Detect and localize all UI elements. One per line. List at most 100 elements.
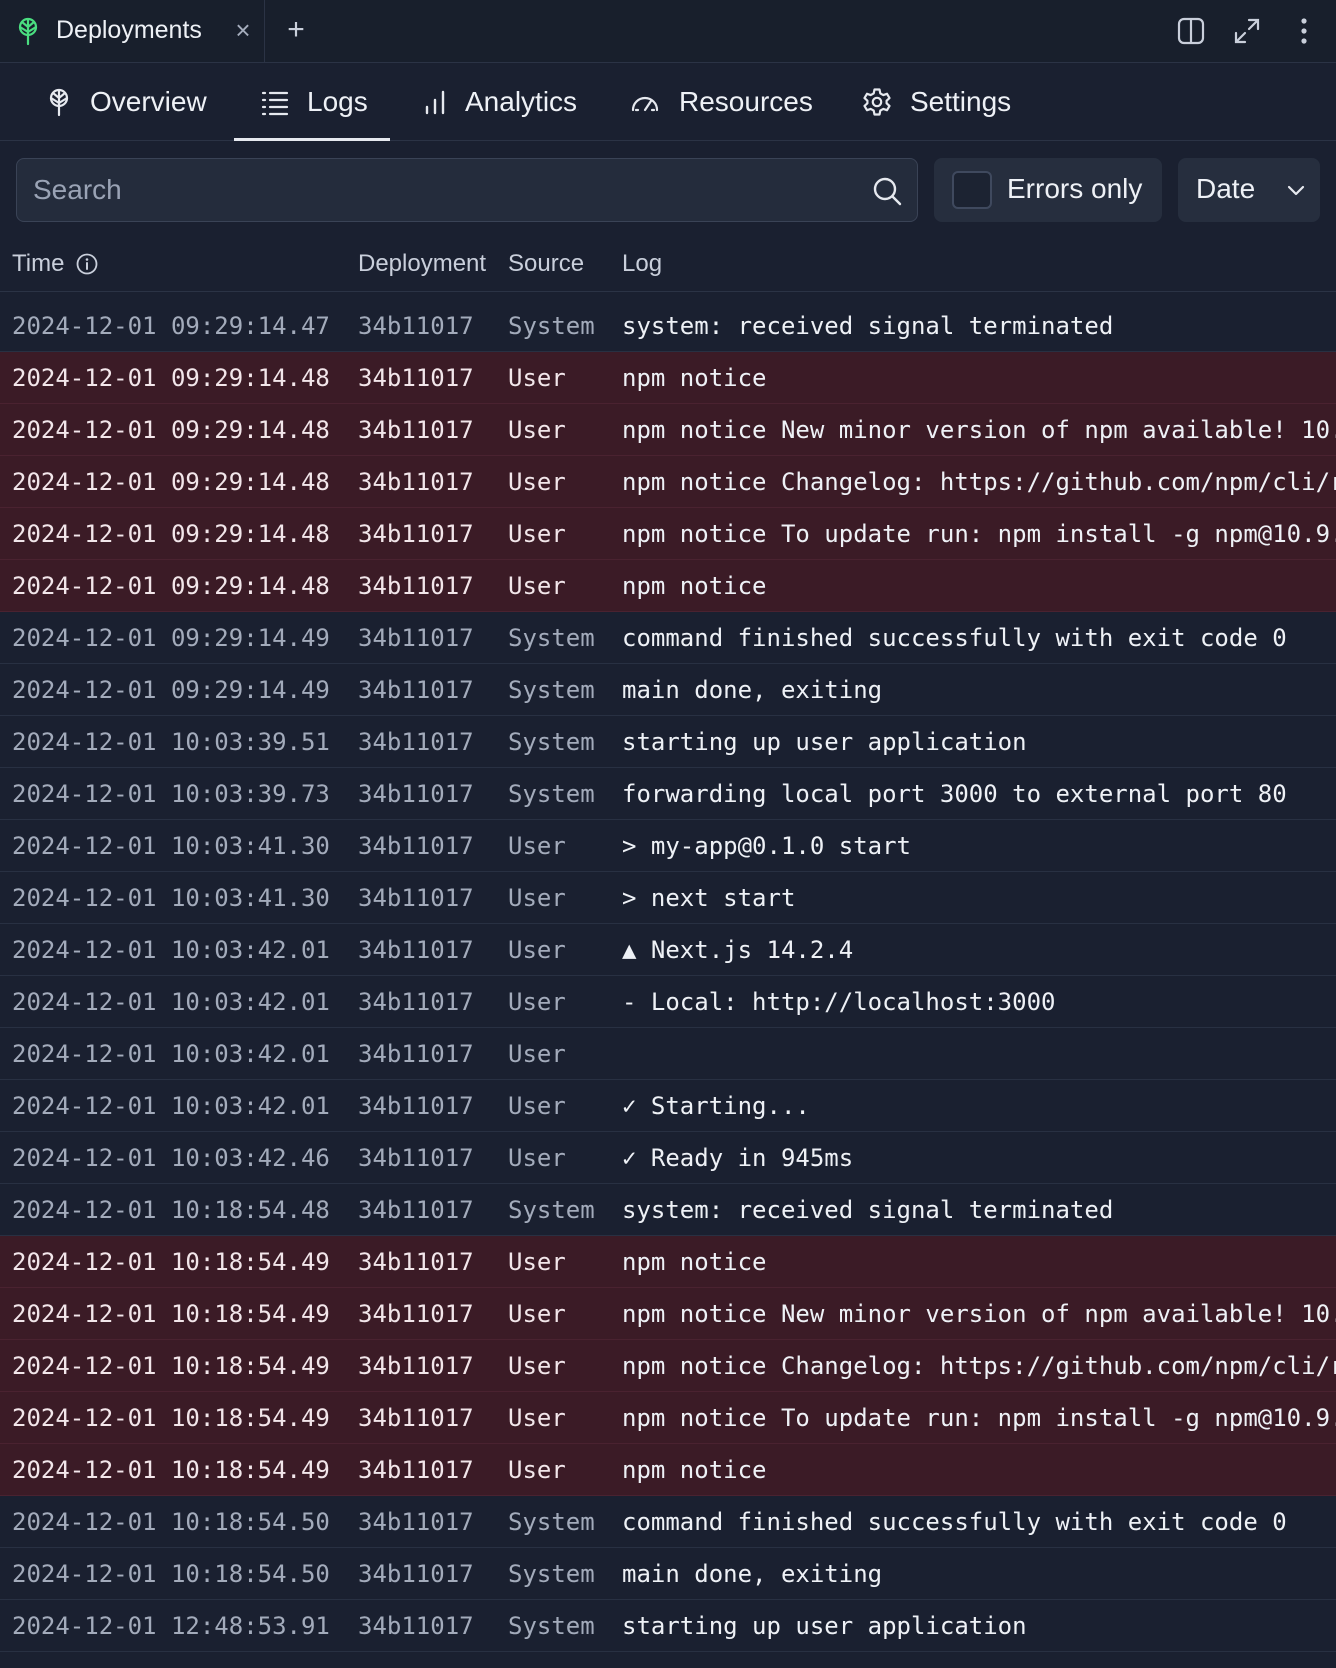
log-message: main done, exiting — [622, 676, 883, 704]
more-options-icon[interactable] — [1289, 16, 1319, 46]
log-row-error[interactable]: 2024-12-01 10:18:54.49 34b11017 User npm no… — [0, 1444, 1336, 1496]
tab-overview[interactable]: Overview — [42, 63, 222, 141]
log-row-error[interactable]: 2024-12-01 09:29:14.48 34b11017 User npm no… — [0, 508, 1336, 560]
log-source: System — [508, 1612, 595, 1640]
log-row-error[interactable]: 2024-12-01 10:18:54.49 34b11017 User npm no… — [0, 1236, 1336, 1288]
log-time: 2024-12-01 09:29:14.49 — [12, 676, 330, 704]
log-source: User — [508, 1144, 566, 1172]
log-row-error[interactable]: 2024-12-01 09:29:14.48 34b11017 User npm no… — [0, 560, 1336, 612]
log-deployment: 34b11017 — [358, 676, 474, 704]
expand-icon[interactable] — [1232, 16, 1262, 46]
log-message: command finished successfully with exit … — [622, 624, 1287, 652]
log-row-error[interactable]: 2024-12-01 10:18:54.49 34b11017 User npm no… — [0, 1340, 1336, 1392]
window-tab-deployments[interactable]: Deployments × — [0, 0, 265, 63]
log-message: main done, exiting — [622, 1560, 883, 1588]
log-deployment: 34b11017 — [358, 884, 474, 912]
log-source: User — [508, 1404, 566, 1432]
log-message: forwarding local port 3000 to external p… — [622, 780, 1287, 808]
log-time: 2024-12-01 09:29:14.48 — [12, 416, 330, 444]
column-header-time[interactable]: Time — [12, 250, 64, 278]
log-row[interactable]: 2024-12-01 10:03:41.30 34b11017 User > next… — [0, 872, 1336, 924]
log-row-error[interactable]: 2024-12-01 10:18:54.49 34b11017 User npm no… — [0, 1288, 1336, 1340]
log-message: npm notice To update run: npm install -g… — [622, 520, 1336, 548]
log-deployment: 34b11017 — [358, 468, 474, 496]
log-row[interactable]: 2024-12-01 10:18:54.48 34b11017 System syst… — [0, 1184, 1336, 1236]
log-row[interactable]: 2024-12-01 09:29:14.49 34b11017 System main… — [0, 664, 1336, 716]
log-row-error[interactable]: 2024-12-01 09:29:14.48 34b11017 User npm no… — [0, 352, 1336, 404]
log-message: npm notice New minor version of npm avai… — [622, 416, 1336, 444]
search-input[interactable] — [33, 169, 853, 211]
tab-logs[interactable]: Logs — [234, 63, 390, 141]
log-message: npm notice — [622, 1456, 767, 1484]
log-message: npm notice — [622, 1248, 767, 1276]
log-time: 2024-12-01 10:03:41.30 — [12, 884, 330, 912]
log-row[interactable]: 2024-12-01 10:03:42.01 34b11017 User ✓ Star… — [0, 1080, 1336, 1132]
log-table-body: 2024-12-01 09:29:14.47 34b11017 System syst… — [0, 300, 1336, 1668]
log-message: ▲ Next.js 14.2.4 — [622, 936, 854, 964]
column-header-log[interactable]: Log — [622, 250, 662, 278]
log-row[interactable]: 2024-12-01 10:03:42.01 34b11017 User - Loca… — [0, 976, 1336, 1028]
log-deployment: 34b11017 — [358, 572, 474, 600]
log-deployment: 34b11017 — [358, 1456, 474, 1484]
log-time: 2024-12-01 10:03:39.73 — [12, 780, 330, 808]
log-message: starting up user application — [622, 1612, 1027, 1640]
log-source: User — [508, 1092, 566, 1120]
log-source: User — [508, 988, 566, 1016]
search-icon[interactable] — [871, 175, 903, 207]
log-deployment: 34b11017 — [358, 1248, 474, 1276]
log-source: User — [508, 520, 566, 548]
log-source: User — [508, 1040, 566, 1068]
log-deployment: 34b11017 — [358, 1352, 474, 1380]
log-row[interactable]: 2024-12-01 10:03:42.46 34b11017 User ✓ Read… — [0, 1132, 1336, 1184]
log-message: npm notice — [622, 572, 767, 600]
column-header-deployment[interactable]: Deployment — [358, 250, 486, 278]
errors-only-checkbox[interactable] — [952, 171, 992, 209]
split-view-icon[interactable] — [1176, 16, 1206, 46]
log-time: 2024-12-01 10:18:54.49 — [12, 1352, 330, 1380]
column-header-source[interactable]: Source — [508, 250, 584, 278]
log-row[interactable]: 2024-12-01 09:29:14.49 34b11017 System comm… — [0, 612, 1336, 664]
log-row[interactable]: 2024-12-01 10:03:42.01 34b11017 User ▲ Next… — [0, 924, 1336, 976]
log-row[interactable]: 2024-12-01 10:03:39.73 34b11017 System forw… — [0, 768, 1336, 820]
tab-settings[interactable]: Settings — [862, 63, 1022, 141]
log-deployment: 34b11017 — [358, 312, 474, 340]
log-row[interactable]: 2024-12-01 12:48:53.91 34b11017 System star… — [0, 1600, 1336, 1652]
log-source: User — [508, 884, 566, 912]
log-time: 2024-12-01 12:48:53.91 — [12, 1612, 330, 1640]
close-tab-icon[interactable]: × — [230, 17, 256, 43]
window-tab-title: Deployments — [56, 16, 202, 44]
add-tab-icon[interactable]: + — [281, 15, 311, 45]
log-row[interactable]: 2024-12-01 10:03:41.30 34b11017 User > my-a… — [0, 820, 1336, 872]
tab-settings-label: Settings — [910, 86, 1012, 117]
log-row-error[interactable]: 2024-12-01 09:29:14.48 34b11017 User npm no… — [0, 456, 1336, 508]
log-row[interactable]: 2024-12-01 10:03:39.51 34b11017 System star… — [0, 716, 1336, 768]
log-row[interactable]: 2024-12-01 10:18:54.50 34b11017 System comm… — [0, 1496, 1336, 1548]
log-time: 2024-12-01 09:29:14.47 — [12, 312, 330, 340]
log-source: User — [508, 1248, 566, 1276]
gear-icon — [863, 88, 891, 116]
errors-only-toggle[interactable]: Errors only — [934, 158, 1162, 222]
log-time: 2024-12-01 09:29:14.48 — [12, 572, 330, 600]
log-row[interactable]: 2024-12-01 10:03:42.01 34b11017 User — [0, 1028, 1336, 1080]
log-deployment: 34b11017 — [358, 780, 474, 808]
log-row-error[interactable]: 2024-12-01 10:18:54.49 34b11017 User npm no… — [0, 1392, 1336, 1444]
log-message: npm notice Changelog: https://github.com… — [622, 468, 1336, 496]
log-source: User — [508, 1300, 566, 1328]
log-source: User — [508, 832, 566, 860]
log-row[interactable]: 2024-12-01 09:29:14.47 34b11017 System syst… — [0, 300, 1336, 352]
log-deployment: 34b11017 — [358, 832, 474, 860]
date-sort-dropdown[interactable]: Date — [1178, 158, 1320, 222]
tab-resources-label: Resources — [679, 86, 813, 117]
info-icon[interactable] — [75, 252, 99, 276]
log-row-error[interactable]: 2024-12-01 09:29:14.48 34b11017 User npm no… — [0, 404, 1336, 456]
log-source: User — [508, 1456, 566, 1484]
log-deployment: 34b11017 — [358, 1404, 474, 1432]
bar-chart-icon — [425, 90, 445, 115]
log-message: > next start — [622, 884, 796, 912]
tab-analytics[interactable]: Analytics — [420, 63, 590, 141]
log-row[interactable]: 2024-12-01 10:18:54.50 34b11017 System main… — [0, 1548, 1336, 1600]
log-deployment: 34b11017 — [358, 1612, 474, 1640]
log-source: System — [508, 780, 595, 808]
tab-resources[interactable]: Resources — [630, 63, 820, 141]
log-source: System — [508, 676, 595, 704]
